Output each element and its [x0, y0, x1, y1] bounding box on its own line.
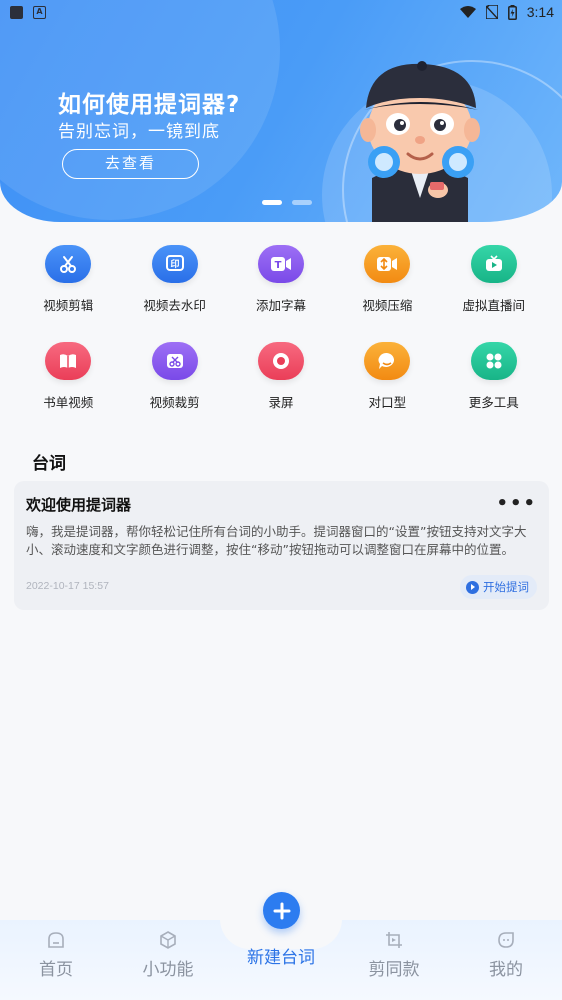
- tool-label: 视频剪辑: [43, 298, 94, 313]
- script-title: 欢迎使用提词器: [26, 496, 132, 514]
- battery-icon: [507, 4, 517, 20]
- chat-bubble-icon: [364, 342, 411, 380]
- subtitle-icon: T: [257, 245, 304, 283]
- tab-profile[interactable]: 我的: [466, 930, 546, 980]
- tool-video-edit[interactable]: 视频剪辑: [15, 245, 121, 314]
- record-icon: [257, 342, 304, 380]
- no-sim-icon: [485, 5, 498, 19]
- start-prompter-label: 开始提词: [483, 580, 529, 594]
- box-icon: [160, 931, 176, 949]
- tab-tools[interactable]: 小功能: [128, 930, 208, 980]
- scissors-icon: [45, 245, 92, 283]
- start-prompter-button[interactable]: 开始提词: [460, 575, 537, 599]
- app-notification-icon: A: [33, 6, 46, 19]
- tool-lip-sync[interactable]: 对口型: [334, 342, 440, 411]
- tool-video-crop[interactable]: 视频裁剪: [121, 342, 227, 411]
- tab-label: 我的: [489, 960, 523, 980]
- banner-title: 如何使用提词器?: [58, 92, 241, 118]
- home-icon: [48, 932, 64, 948]
- section-title: 台词: [32, 454, 66, 474]
- banner-pager: [262, 200, 312, 205]
- tool-more[interactable]: 更多工具: [441, 342, 547, 411]
- status-time: 3:14: [526, 4, 554, 20]
- svg-text:T: T: [275, 260, 282, 271]
- book-icon: [45, 342, 92, 380]
- tab-templates[interactable]: 剪同款: [354, 930, 434, 980]
- tab-label: 首页: [39, 960, 73, 980]
- template-icon: [386, 932, 402, 948]
- tab-home[interactable]: 首页: [16, 930, 96, 980]
- promo-banner[interactable]: 如何使用提词器? 告别忘词，一镜到底 去查看: [0, 0, 562, 222]
- more-options-icon[interactable]: •••: [496, 493, 537, 514]
- tool-booklist-video[interactable]: 书单视频: [15, 342, 121, 411]
- tool-screen-record[interactable]: 录屏: [228, 342, 334, 411]
- tool-video-compress[interactable]: 视频压缩: [334, 245, 440, 314]
- tool-virtual-live[interactable]: 虚拟直播间: [441, 245, 547, 314]
- new-script-button[interactable]: [263, 892, 300, 929]
- tool-label: 添加字幕: [255, 298, 306, 313]
- banner-view-button[interactable]: 去查看: [62, 149, 199, 179]
- notification-icon: [10, 6, 23, 19]
- tools-grid: 视频剪辑 印 视频去水印 T 添加字幕 视频压缩 虚拟直播间 书单视频 视频裁剪…: [15, 245, 547, 411]
- profile-icon: [498, 932, 514, 948]
- tool-label: 对口型: [368, 395, 407, 410]
- wifi-icon: [459, 5, 476, 18]
- tab-label: 小功能: [142, 960, 194, 980]
- plus-icon: [273, 902, 290, 919]
- play-icon: [466, 580, 479, 594]
- pager-dot: [292, 200, 312, 205]
- tool-label: 录屏: [268, 395, 294, 410]
- script-preview: 嗨，我是提词器，帮你轻松记住所有台词的小助手。提词器窗口的“设置”按钮支持对文字…: [26, 524, 527, 557]
- tool-label: 虚拟直播间: [462, 298, 526, 313]
- tool-label: 视频裁剪: [149, 395, 200, 410]
- pager-dot-active: [262, 200, 282, 205]
- live-tv-icon: [470, 245, 517, 283]
- compress-icon: [364, 245, 411, 283]
- tab-label: 剪同款: [368, 960, 420, 980]
- tool-remove-watermark[interactable]: 印 视频去水印: [121, 245, 227, 314]
- grid-more-icon: [470, 342, 517, 380]
- banner-subtitle: 告别忘词，一镜到底: [58, 122, 220, 142]
- tool-label: 视频压缩: [362, 298, 413, 313]
- mascot-illustration: [360, 61, 480, 222]
- new-script-label[interactable]: 新建台词: [231, 943, 331, 968]
- tool-label: 视频去水印: [143, 298, 206, 313]
- svg-text:印: 印: [170, 258, 179, 270]
- status-bar: A 3:14: [0, 0, 562, 24]
- script-date: 2022-10-17 15:57: [26, 580, 109, 592]
- tool-add-subtitle[interactable]: T 添加字幕: [228, 245, 334, 314]
- watermark-icon: 印: [151, 245, 198, 283]
- crop-icon: [151, 342, 198, 380]
- tool-label: 书单视频: [43, 395, 94, 410]
- script-card[interactable]: 欢迎使用提词器 ••• 嗨，我是提词器，帮你轻松记住所有台词的小助手。提词器窗口…: [14, 481, 549, 610]
- tool-label: 更多工具: [468, 395, 519, 410]
